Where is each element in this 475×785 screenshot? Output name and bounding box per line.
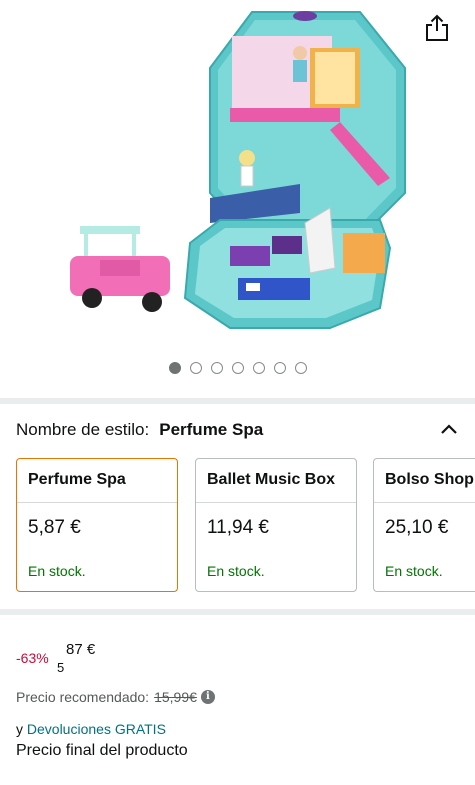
free-returns-link[interactable]: Devoluciones GRATIS [27, 721, 166, 737]
variant-stock: En stock. [207, 563, 265, 579]
info-icon[interactable]: i [200, 690, 215, 704]
variant-stock: En stock. [28, 563, 86, 579]
gallery-dot[interactable] [231, 362, 244, 374]
recommended-price: Precio recomendado: 15,99€ i [16, 689, 215, 705]
style-selected-value: Perfume Spa [159, 420, 264, 439]
price-whole: 5 [57, 660, 65, 675]
gallery-dot[interactable] [273, 362, 286, 374]
gallery-dot[interactable] [189, 362, 202, 374]
divider [0, 398, 475, 404]
gallery-dot[interactable] [168, 362, 181, 374]
rrp-label: Precio recomendado: [16, 689, 150, 705]
variant-price: 5,87 € [28, 517, 81, 538]
variant-card-perfume-spa[interactable]: Perfume Spa 5,87 € En stock. [16, 458, 178, 592]
variant-stock: En stock. [385, 563, 443, 579]
style-label: Nombre de estilo: [16, 420, 150, 439]
final-price-label: Precio final del producto [16, 742, 188, 759]
variant-price: 11,94 € [207, 517, 269, 538]
product-image-gallery[interactable] [0, 0, 475, 395]
returns-prefix: y [16, 721, 23, 737]
variant-carousel[interactable]: Perfume Spa 5,87 € En stock. Ballet Musi… [16, 458, 475, 592]
variant-card-bolso-shop[interactable]: Bolso Shop 25,10 € En stock. [373, 458, 475, 592]
product-image [70, 11, 406, 329]
variant-card-ballet-music-box[interactable]: Ballet Music Box 11,94 € En stock. [195, 458, 357, 592]
discount-percent: -63% [16, 650, 49, 666]
variant-name: Bolso Shop [374, 459, 475, 503]
variant-name: Ballet Music Box [196, 459, 356, 503]
variant-price: 25,10 € [385, 517, 449, 538]
divider [0, 609, 475, 615]
chevron-up-icon[interactable] [439, 420, 459, 440]
rrp-value: 15,99€ [154, 689, 197, 705]
variant-name: Perfume Spa [17, 459, 177, 503]
returns-line: y Devoluciones GRATIS [16, 721, 166, 737]
price-fraction: 87 € [66, 641, 96, 658]
gallery-dot[interactable] [252, 362, 265, 374]
share-icon[interactable] [424, 14, 450, 42]
gallery-dot[interactable] [294, 362, 307, 374]
style-selector-header[interactable]: Nombre de estilo: Perfume Spa [16, 418, 459, 442]
gallery-pagination[interactable] [0, 362, 475, 374]
gallery-dot[interactable] [210, 362, 223, 374]
